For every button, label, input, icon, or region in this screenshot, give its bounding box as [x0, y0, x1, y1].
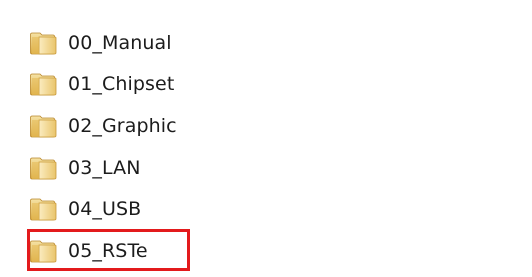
folder-icon — [29, 196, 59, 222]
folder-icon — [29, 30, 59, 56]
folder-item-02-graphic[interactable]: 02_Graphic — [29, 109, 259, 143]
folder-name: 01_Chipset — [68, 73, 175, 95]
folder-icon — [29, 155, 59, 181]
folder-name: 04_USB — [68, 198, 142, 220]
folder-list: 00_Manual 01_Chipset 02_Graphic 03_LAN 0… — [0, 0, 532, 277]
folder-item-03-lan[interactable]: 03_LAN — [29, 151, 259, 185]
folder-icon — [29, 113, 59, 139]
folder-icon — [29, 238, 59, 264]
folder-icon — [29, 71, 59, 97]
folder-item-01-chipset[interactable]: 01_Chipset — [29, 67, 259, 101]
folder-item-00-manual[interactable]: 00_Manual — [29, 26, 259, 60]
folder-name: 02_Graphic — [68, 115, 177, 137]
folder-name: 05_RSTe — [68, 240, 148, 262]
folder-item-05-rste[interactable]: 05_RSTe — [29, 234, 259, 268]
folder-item-04-usb[interactable]: 04_USB — [29, 192, 259, 226]
folder-name: 03_LAN — [68, 157, 141, 179]
folder-name: 00_Manual — [68, 32, 172, 54]
